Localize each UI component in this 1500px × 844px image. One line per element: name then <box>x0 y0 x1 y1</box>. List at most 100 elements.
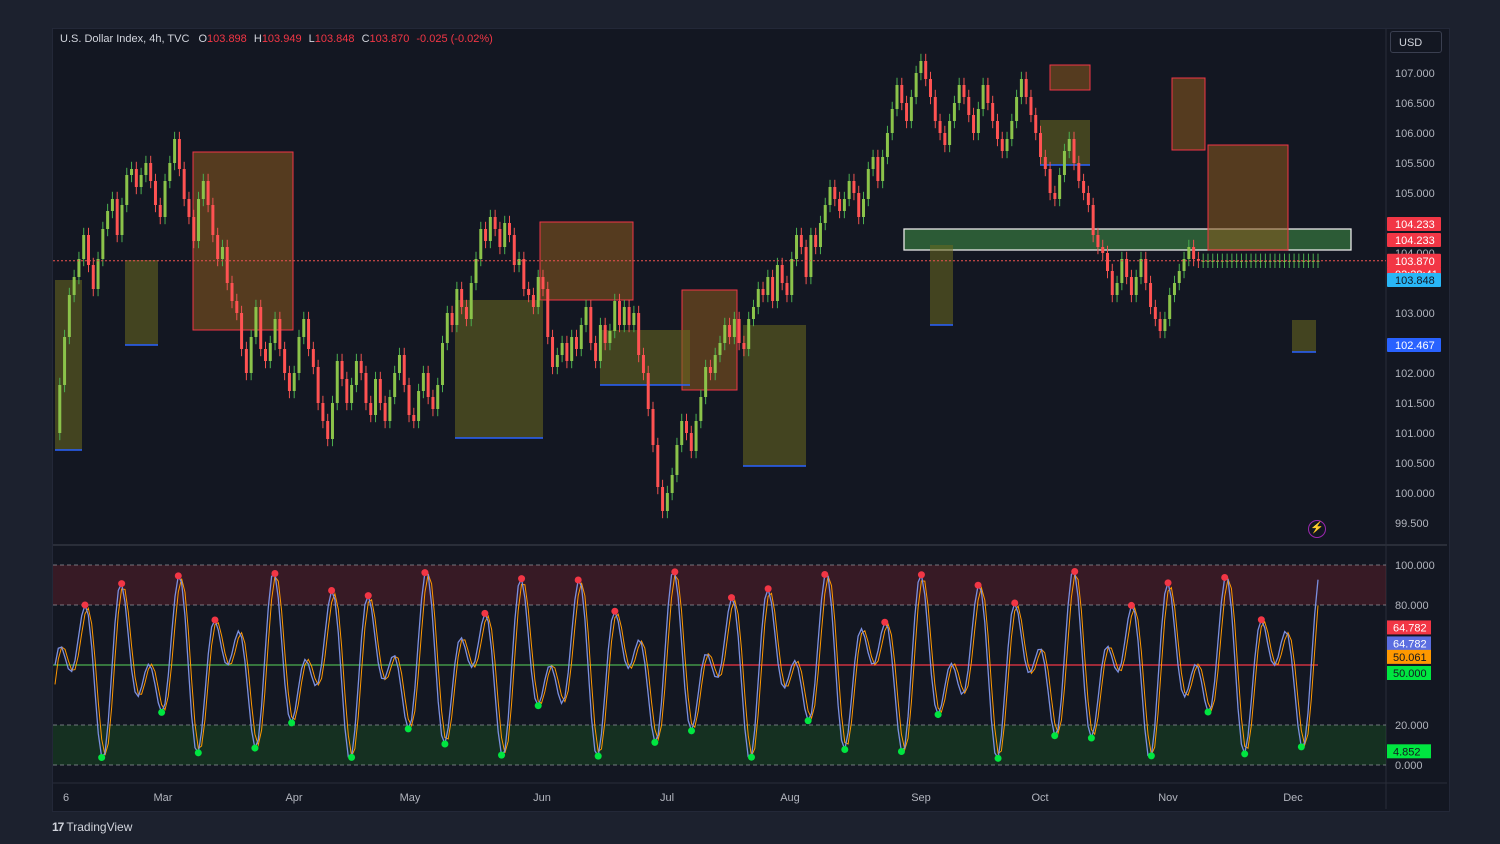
candle-body <box>924 61 928 79</box>
high-value: 103.949 <box>261 33 302 45</box>
candle-body <box>943 133 947 145</box>
candle-body <box>144 163 148 175</box>
candle-body <box>168 163 172 181</box>
candle-body <box>613 301 617 331</box>
candle-body <box>546 289 550 337</box>
lightning-icon[interactable]: ⚡ <box>1308 520 1326 538</box>
candle-body <box>488 217 492 241</box>
candle-body <box>153 181 157 205</box>
candle-body <box>206 181 210 205</box>
candle-body <box>474 259 478 283</box>
candle-body <box>991 103 995 121</box>
candle-body <box>881 157 885 181</box>
range-box <box>1049 64 1091 91</box>
overbought-marker <box>671 568 679 576</box>
candle-body <box>110 199 114 211</box>
candle-body <box>1106 253 1109 271</box>
candle-body <box>780 265 784 283</box>
candle-body <box>460 289 464 307</box>
time-axis[interactable]: 6 Mar Apr May Jun Jul Aug Sep Oct Nov Dec <box>63 792 1303 804</box>
price-axis[interactable]: 107.000106.500106.000105.500105.000104.0… <box>1387 68 1441 772</box>
overbought-zone <box>53 565 1386 605</box>
candle-body <box>1039 133 1043 157</box>
candle-body <box>63 337 67 385</box>
oversold-marker <box>934 711 942 719</box>
candle-body <box>847 181 851 199</box>
candle-body <box>833 187 837 199</box>
candle-body <box>197 199 201 241</box>
overbought-marker <box>211 616 219 624</box>
candle-body <box>1110 271 1114 295</box>
candle-body <box>192 217 196 241</box>
candle-body <box>1153 307 1157 319</box>
candle-body <box>1015 97 1019 121</box>
candle-body <box>1086 193 1090 205</box>
oversold-marker <box>251 744 259 752</box>
oversold-marker <box>1147 752 1155 760</box>
tradingview-logo[interactable]: 17 TradingView <box>52 820 132 834</box>
symbol-name[interactable]: U.S. Dollar Index, 4h, TVC <box>60 33 189 45</box>
oversold-marker <box>348 753 356 761</box>
candle-body <box>823 205 827 223</box>
candle-body <box>675 445 679 475</box>
candle-body <box>838 199 842 211</box>
overbought-marker <box>1011 599 1019 607</box>
candle-body <box>1062 151 1066 175</box>
candle-body <box>790 259 794 295</box>
candle-body <box>1067 139 1071 151</box>
candle-body <box>1125 259 1129 277</box>
candle-body <box>1134 277 1138 295</box>
chart-canvas[interactable]: 107.000106.500106.000105.500105.000104.0… <box>0 0 1500 844</box>
candle-body <box>637 313 641 355</box>
oversold-marker <box>594 752 602 760</box>
oversold-marker <box>841 745 849 753</box>
candle-body <box>426 373 430 397</box>
candle-body <box>909 97 913 121</box>
candle-body <box>383 403 387 421</box>
price-pane[interactable] <box>53 53 1386 519</box>
candle-body <box>369 403 373 415</box>
candle-body <box>952 103 956 121</box>
candle-body <box>115 199 119 235</box>
candle-body <box>455 289 459 325</box>
candle-body <box>507 223 511 235</box>
consolidation-box <box>743 325 806 466</box>
candle-body <box>871 157 875 169</box>
candle-body <box>91 265 95 289</box>
candle-body <box>402 355 406 385</box>
candle-body <box>775 265 779 301</box>
candle-body <box>656 445 660 487</box>
candle-body <box>1091 205 1095 235</box>
oversold-marker <box>498 751 506 759</box>
oscillator-pane[interactable] <box>53 564 1386 766</box>
candle-body <box>393 373 397 397</box>
low-price-badge: 103.848 <box>1395 275 1435 287</box>
mid-badge-a: 50.061 <box>1393 652 1427 664</box>
candle-body <box>82 235 86 259</box>
candle-body <box>967 97 971 115</box>
candle-body <box>560 343 564 355</box>
candle-body <box>1019 79 1023 97</box>
time-tick-label: Oct <box>1031 792 1048 804</box>
candle-body <box>981 85 985 109</box>
candle-body <box>737 319 741 343</box>
overbought-marker <box>118 580 126 588</box>
candle-body <box>804 247 808 277</box>
candle-body <box>795 235 799 259</box>
candle-body <box>689 433 693 451</box>
candle-body <box>388 397 392 421</box>
candle-body <box>158 205 162 217</box>
candle-body <box>589 307 593 343</box>
candle-body <box>1115 283 1119 295</box>
tradingview-text: TradingView <box>66 820 133 834</box>
candle-body <box>756 289 760 307</box>
currency-button[interactable]: USD <box>1390 31 1442 53</box>
candle-body <box>1172 283 1176 295</box>
candle-body <box>311 349 315 367</box>
candle-body <box>579 325 583 349</box>
price-tick-label: 101.000 <box>1395 428 1435 440</box>
mid-badge-b: 50.000 <box>1393 668 1427 680</box>
candle-body <box>555 355 559 367</box>
change-value: -0.025 (-0.02%) <box>416 33 493 45</box>
time-tick-label: Sep <box>911 792 931 804</box>
